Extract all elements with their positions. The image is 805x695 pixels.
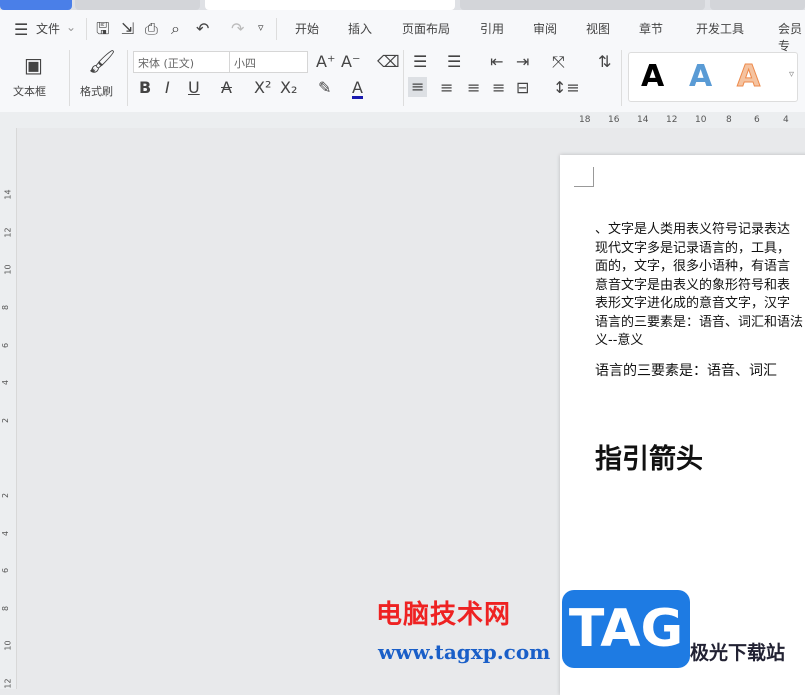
- file-menu[interactable]: 文件: [36, 20, 60, 37]
- underline-icon[interactable]: U: [188, 80, 200, 96]
- redo-icon[interactable]: ↷: [231, 21, 244, 37]
- tab-view[interactable]: 视图: [586, 20, 610, 37]
- textbox-icon[interactable]: ▣: [24, 55, 43, 75]
- print-icon[interactable]: ⎙: [145, 21, 158, 37]
- window-tab[interactable]: [0, 0, 72, 10]
- text-direction-icon[interactable]: ⤧: [552, 54, 565, 70]
- heading[interactable]: 指引箭头: [595, 437, 703, 476]
- format-painter-button[interactable]: 格式刷: [80, 83, 113, 99]
- subscript-icon[interactable]: X₂: [280, 80, 297, 96]
- align-left-icon[interactable]: ≡: [408, 77, 428, 97]
- font-size-select[interactable]: 小四: [229, 51, 308, 73]
- window-tab-active[interactable]: [205, 0, 455, 10]
- tab-page-layout[interactable]: 页面布局: [402, 20, 450, 37]
- margin-marker: [574, 167, 594, 187]
- tab-insert[interactable]: 插入: [348, 20, 372, 37]
- save-icon[interactable]: 🖫: [96, 21, 110, 37]
- numbered-list-icon[interactable]: ☰: [447, 54, 461, 70]
- tab-home[interactable]: 开始: [295, 20, 319, 37]
- line-spacing-icon[interactable]: ↕≡: [553, 80, 580, 96]
- tab-review[interactable]: 审阅: [533, 20, 557, 37]
- vertical-ruler[interactable]: 14 12 10 8 6 4 2 2 4 6 8 10 12: [0, 128, 17, 689]
- style-orange[interactable]: A: [736, 59, 760, 95]
- chevron-down-icon[interactable]: ⌄: [66, 20, 76, 34]
- format-painter-icon[interactable]: 🖌: [88, 52, 116, 74]
- clear-format-icon[interactable]: ⌫: [377, 54, 400, 70]
- paragraph[interactable]: 语言的三要素是：语音、词汇: [595, 360, 777, 380]
- bullet-list-icon[interactable]: ☰: [413, 54, 427, 70]
- highlight-icon[interactable]: ✎: [318, 80, 331, 96]
- tab-references[interactable]: 引用: [480, 20, 504, 37]
- tab-chapter[interactable]: 章节: [639, 20, 663, 37]
- undo-icon[interactable]: ↶: [196, 21, 209, 37]
- window-tab-strip: [0, 0, 805, 10]
- tab-member[interactable]: 会员专: [778, 20, 805, 54]
- decrease-indent-icon[interactable]: ⇤: [490, 54, 503, 70]
- style-black[interactable]: A: [641, 59, 664, 94]
- window-tab[interactable]: [460, 0, 705, 10]
- textbox-button[interactable]: 文本框: [13, 83, 46, 99]
- font-color-icon[interactable]: A: [352, 80, 363, 99]
- menu-icon[interactable]: ☰: [14, 22, 28, 38]
- align-center-icon[interactable]: ≡: [440, 80, 453, 96]
- italic-icon[interactable]: I: [165, 80, 170, 96]
- superscript-icon[interactable]: X²: [254, 80, 271, 96]
- style-blue[interactable]: A: [689, 59, 712, 94]
- print-preview-icon[interactable]: ⌕: [171, 21, 180, 37]
- grow-font-icon[interactable]: A⁺: [316, 54, 335, 70]
- distribute-icon[interactable]: ⊟: [516, 80, 529, 96]
- customize-icon[interactable]: ▿: [258, 22, 264, 33]
- shrink-font-icon[interactable]: A⁻: [341, 54, 360, 70]
- text-styles-gallery[interactable]: A A A ▿: [628, 52, 798, 102]
- watermark-site2: 极光下载站: [690, 642, 786, 664]
- align-right-icon[interactable]: ≡: [467, 80, 480, 96]
- watermark-logo: TAG: [562, 590, 690, 668]
- sort-icon[interactable]: ⇅: [598, 54, 611, 70]
- bold-icon[interactable]: B: [139, 80, 151, 96]
- paragraph[interactable]: 、文字是人类用表义符号记录表达 现代文字多是记录语言的，工具， 面的，文字，很多小语…: [595, 221, 805, 351]
- strikethrough-icon[interactable]: A: [221, 80, 232, 96]
- increase-indent-icon[interactable]: ⇥: [516, 54, 529, 70]
- watermark-url: www.tagxp.com: [378, 640, 551, 664]
- horizontal-ruler[interactable]: 18 16 14 12 10 8 6 4: [0, 112, 805, 128]
- window-tab[interactable]: [75, 0, 200, 10]
- gallery-more-icon[interactable]: ▿: [789, 69, 794, 80]
- window-tab[interactable]: [710, 0, 805, 10]
- export-icon[interactable]: ⇲: [121, 21, 134, 37]
- watermark-site: 电脑技术网: [376, 600, 512, 630]
- justify-icon[interactable]: ≡: [492, 80, 505, 96]
- font-family-select[interactable]: 宋体 (正文): [133, 51, 230, 73]
- tab-developer[interactable]: 开发工具: [696, 20, 744, 37]
